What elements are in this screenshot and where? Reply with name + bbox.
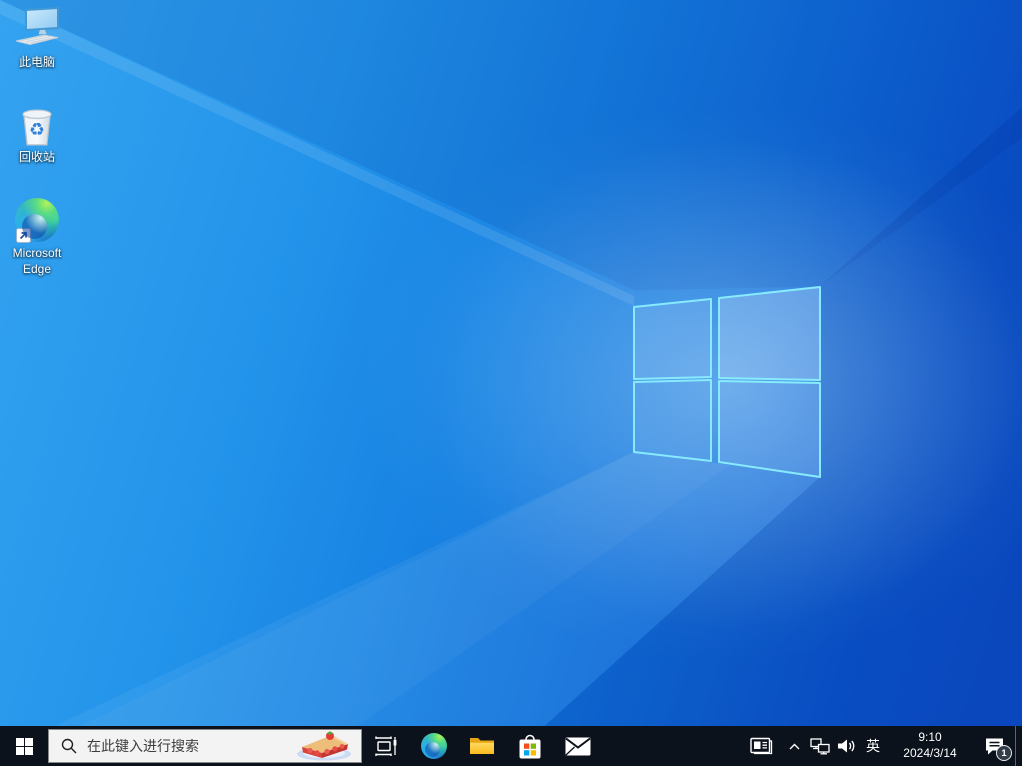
action-center-button[interactable]: 1 — [973, 726, 1015, 766]
microsoft-store-icon — [519, 734, 541, 758]
chevron-up-icon — [789, 743, 799, 749]
show-desktop-button[interactable] — [1015, 726, 1022, 766]
this-pc-icon — [0, 5, 74, 53]
search-icon — [61, 738, 77, 754]
task-view-button[interactable] — [362, 726, 410, 766]
desktop-icon-label: 回收站 — [18, 150, 55, 164]
taskbar-microsoft-store-button[interactable] — [506, 726, 554, 766]
taskbar-microsoft-edge-button[interactable] — [410, 726, 458, 766]
desktop-wallpaper: 此电脑 ♻ 回收站 Microsoft Edge — [0, 0, 1022, 766]
news-and-interests-button[interactable] — [740, 726, 782, 766]
desktop-icon-label: 此电脑 — [18, 55, 55, 69]
ime-indicator[interactable]: 英 — [859, 726, 887, 766]
recycle-bin-icon: ♻ — [0, 100, 74, 148]
microsoft-edge-icon — [0, 196, 74, 244]
taskbar: 英 9:10 2024/3/14 1 — [0, 726, 1022, 766]
shortcut-arrow-icon — [16, 228, 31, 243]
desktop-icon-microsoft-edge[interactable]: Microsoft Edge — [0, 196, 74, 277]
task-view-icon — [375, 736, 397, 756]
system-tray: 英 9:10 2024/3/14 1 — [740, 726, 1022, 766]
desktop-icon-label: Microsoft Edge — [12, 246, 62, 276]
desktop-icon-this-pc[interactable]: 此电脑 — [0, 5, 74, 71]
clock-date: 2024/3/14 — [903, 746, 957, 760]
network-icon — [809, 737, 830, 754]
svg-text:♻: ♻ — [29, 120, 45, 140]
taskbar-search-box[interactable] — [48, 729, 362, 763]
microsoft-edge-icon — [421, 733, 447, 759]
desktop-icon-recycle-bin[interactable]: ♻ 回收站 — [0, 100, 74, 166]
taskbar-clock[interactable]: 9:10 2024/3/14 — [887, 726, 973, 766]
taskbar-file-explorer-button[interactable] — [458, 726, 506, 766]
notification-badge: 1 — [996, 745, 1012, 761]
volume-button[interactable] — [833, 726, 859, 766]
file-explorer-icon — [470, 738, 494, 754]
search-highlight-pie-icon[interactable] — [286, 731, 358, 766]
mail-icon — [565, 737, 591, 756]
windows-logo-wallpaper — [0, 0, 1022, 766]
network-button[interactable] — [806, 726, 833, 766]
news-icon — [749, 737, 772, 755]
speaker-icon — [837, 739, 854, 753]
windows-start-icon — [15, 737, 33, 755]
taskbar-mail-button[interactable] — [554, 726, 602, 766]
start-button[interactable] — [0, 726, 48, 766]
hidden-icons-button[interactable] — [782, 726, 806, 766]
clock-time: 9:10 — [918, 730, 942, 745]
windows-logo-panes — [633, 286, 821, 478]
